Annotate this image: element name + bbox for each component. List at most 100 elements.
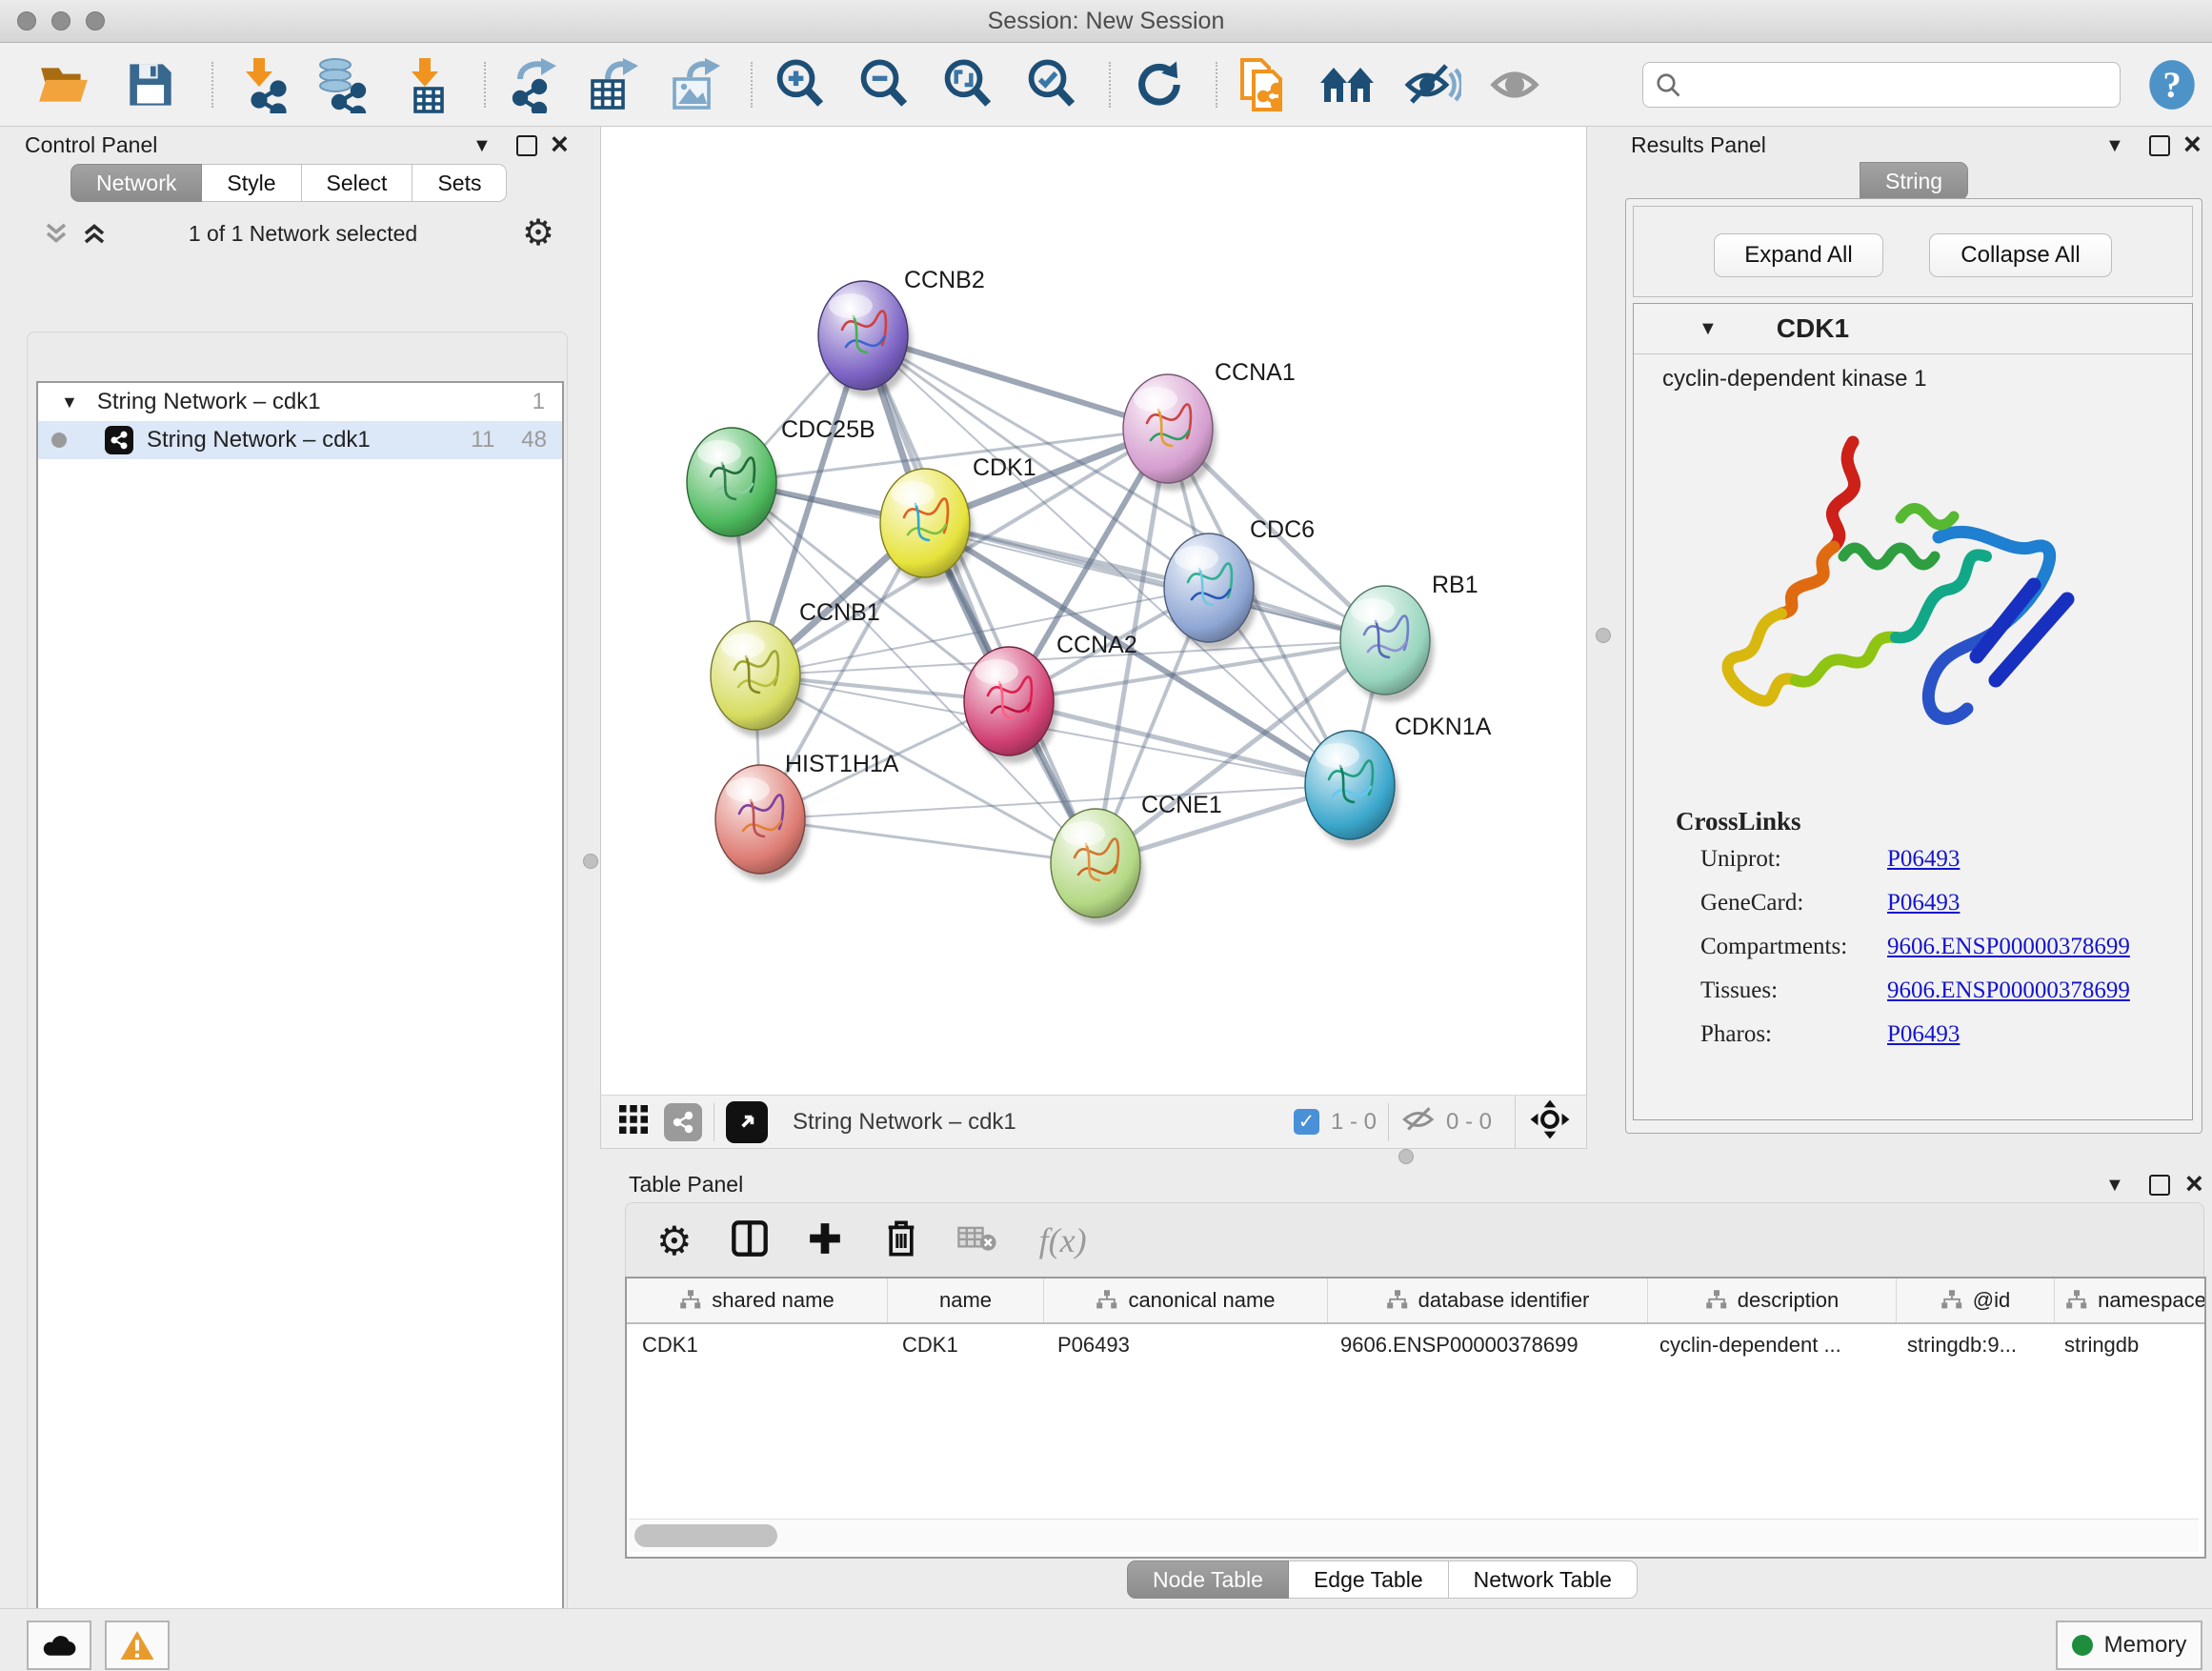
export-image-button[interactable] [665,56,726,113]
tab-network-table[interactable]: Network Table [1449,1560,1638,1599]
left-splitter-grip[interactable] [583,854,598,869]
hidden-eye-icon[interactable] [1400,1103,1438,1140]
tab-style[interactable]: Style [202,164,301,202]
delete-column-trash-icon[interactable] [883,1219,919,1262]
network-node-CCNA2[interactable] [964,647,1057,763]
show-all-button[interactable] [1486,56,1547,113]
column-header-database-identifier[interactable]: database identifier [1328,1278,1648,1322]
bottom-splitter-grip[interactable] [1398,1149,1414,1164]
table-cell[interactable]: CDK1 [627,1324,887,1366]
network-node-CDKN1A[interactable] [1305,731,1398,847]
network-node-CCNB2[interactable] [818,281,912,397]
panel-maximize-icon[interactable] [2149,1175,2170,1196]
column-header-namespace[interactable]: namespace [2055,1278,2206,1322]
network-row[interactable]: String Network – cdk1 11 48 [38,421,562,459]
panel-float-icon[interactable]: ▼ [2105,1175,2124,1197]
expand-all-button[interactable]: Expand All [1714,233,1883,277]
table-options-gear-icon[interactable]: ⚙ [656,1218,693,1264]
create-column-plus-icon[interactable] [807,1220,843,1261]
tab-network[interactable]: Network [70,164,202,202]
column-header-description[interactable]: description [1648,1278,1897,1322]
network-edge-CCNB2-CCNE1[interactable] [863,335,1096,863]
import-network-file-button[interactable] [231,56,292,113]
tab-node-table[interactable]: Node Table [1127,1560,1289,1599]
network-node-HIST1H1A[interactable] [715,765,809,881]
column-header-name[interactable]: name [888,1278,1044,1322]
show-columns-icon[interactable] [731,1219,769,1262]
column-header-canonical-name[interactable]: canonical name [1044,1278,1328,1322]
panel-maximize-icon[interactable] [516,135,537,156]
tab-sets[interactable]: Sets [412,164,507,202]
pan-crosshair-icon[interactable] [1529,1098,1571,1145]
protein-card-header[interactable]: ▼ CDK1 [1634,304,2192,354]
zoom-in-button[interactable] [770,56,831,113]
column-header-@id[interactable]: @id [1897,1278,2055,1322]
column-header-shared-name[interactable]: shared name [627,1278,888,1322]
panel-close-icon[interactable]: × [2183,127,2202,162]
panel-float-icon[interactable]: ▼ [473,135,492,157]
birds-eye-view-icon[interactable] [726,1101,768,1143]
warnings-button[interactable] [105,1621,170,1670]
table-cell[interactable]: cyclin-dependent ... [1644,1324,1892,1366]
panel-close-icon[interactable]: × [2185,1166,2203,1201]
crosslink-link[interactable]: 9606.ENSP00000378699 [1887,977,2130,1003]
memory-button[interactable]: Memory [2056,1621,2202,1670]
refresh-view-button[interactable] [1128,56,1189,113]
zoom-selected-button[interactable] [1021,56,1082,113]
hide-selected-button[interactable] [1402,56,1463,113]
import-network-database-button[interactable] [311,56,372,113]
clone-network-button[interactable] [1235,56,1296,113]
network-node-RB1[interactable] [1340,586,1434,702]
delete-table-icon[interactable] [957,1223,997,1258]
network-edge-HIST1H1A-CCNE1[interactable] [760,819,1096,863]
search-input[interactable] [1691,67,2114,101]
tab-select[interactable]: Select [302,164,413,202]
export-table-button[interactable] [583,56,644,113]
network-edge-CDK1-RB1[interactable] [925,523,1385,640]
panel-maximize-icon[interactable] [2149,135,2170,156]
table-cell[interactable]: stringdb:9... [1892,1324,2049,1366]
network-canvas[interactable]: CCNB2CCNA1CDC25BCDK1CDC6RB1CCNB1CCNA2CDK… [600,126,1587,1096]
network-collection-row[interactable]: ▼ String Network – cdk1 1 [38,383,562,421]
table-cell[interactable]: P06493 [1042,1324,1325,1366]
tab-string[interactable]: String [1860,162,1968,200]
collapse-all-tree-icon[interactable] [42,219,70,252]
export-network-button[interactable] [503,56,564,113]
network-options-gear-icon[interactable]: ⚙ [522,211,554,254]
right-splitter-grip[interactable] [1596,628,1611,643]
cloud-status-button[interactable] [27,1621,91,1670]
table-row[interactable]: CDK1CDK1P064939606.ENSP00000378699cyclin… [627,1324,2204,1366]
open-session-button[interactable] [34,56,95,113]
collection-collapse-icon[interactable]: ▼ [61,393,78,413]
network-node-CCNA1[interactable] [1123,374,1217,491]
function-builder-icon[interactable]: f(x) [1039,1220,1087,1260]
crosslink-link[interactable]: P06493 [1887,890,1960,916]
collapse-arrow-icon[interactable]: ▼ [1699,318,1718,340]
zoom-fit-button[interactable] [937,56,998,113]
network-share-view-icon[interactable] [664,1103,702,1141]
selected-nodes-checkbox-icon[interactable]: ✓ [1294,1109,1319,1135]
help-button[interactable]: ? [2142,56,2202,113]
table-cell[interactable]: 9606.ENSP00000378699 [1325,1324,1644,1366]
save-session-button[interactable] [120,56,181,113]
tab-edge-table[interactable]: Edge Table [1289,1560,1449,1599]
network-node-CDC6[interactable] [1164,534,1257,650]
panel-close-icon[interactable]: × [551,127,569,162]
scrollbar-thumb[interactable] [634,1524,777,1547]
table-cell[interactable]: stringdb [2049,1324,2206,1366]
expand-all-tree-icon[interactable] [80,219,109,252]
table-cell[interactable]: CDK1 [887,1324,1042,1366]
crosslink-link[interactable]: P06493 [1887,846,1960,872]
grid-view-icon[interactable] [616,1102,651,1141]
first-neighbors-button[interactable] [1318,56,1379,113]
network-graph[interactable]: CCNB2CCNA1CDC25BCDK1CDC6RB1CCNB1CCNA2CDK… [601,127,1586,1095]
zoom-out-button[interactable] [854,56,915,113]
network-node-CCNE1[interactable] [1051,809,1144,925]
network-node-CDK1[interactable] [880,469,974,585]
crosslink-link[interactable]: P06493 [1887,1021,1960,1047]
crosslink-link[interactable]: 9606.ENSP00000378699 [1887,934,2130,959]
network-node-CCNB1[interactable] [711,621,804,737]
import-table-file-button[interactable] [396,56,457,113]
panel-float-icon[interactable]: ▼ [2105,135,2124,157]
collapse-all-button[interactable]: Collapse All [1929,233,2112,277]
